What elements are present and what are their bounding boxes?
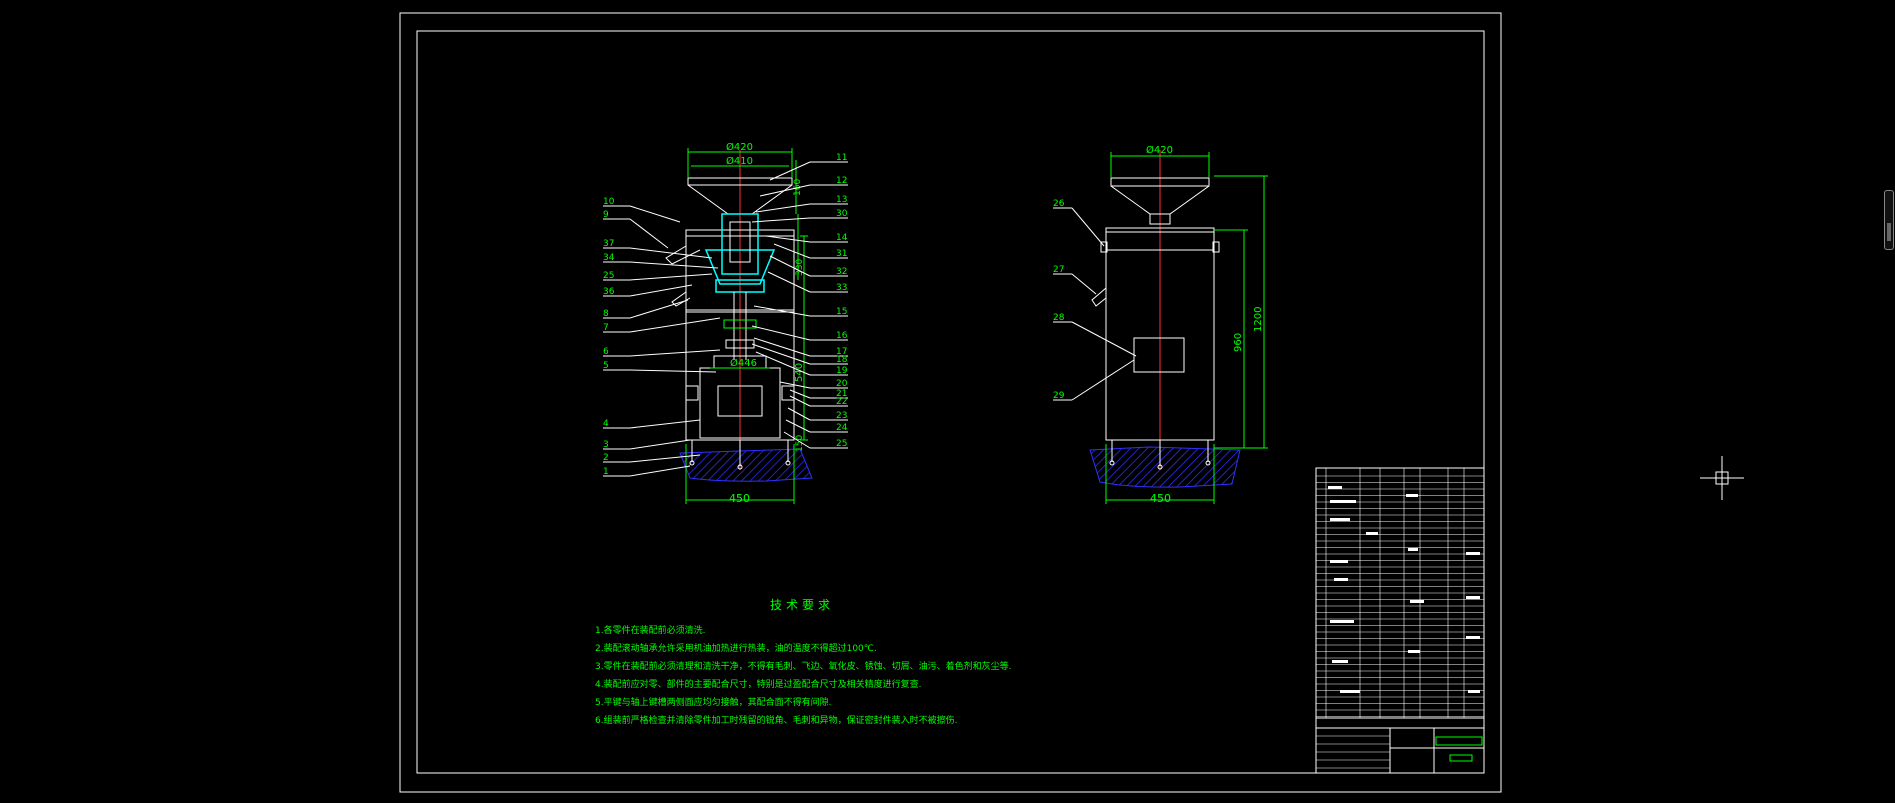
title-block [1315,467,1485,774]
callout-left-13: 2 [603,453,609,463]
callout-right-7: 32 [836,267,847,277]
callout-left-10: 5 [603,361,609,371]
callout-right-4: 30 [836,209,848,219]
callout-left-6: 36 [603,287,615,297]
callout-side-2: 27 [1053,265,1064,275]
side-dim-height-body: 960 [1233,333,1244,352]
callout-left-9: 6 [603,347,609,357]
tech-requirement-item: 2.装配滚动轴承允许采用机油加热进行热装，油的温度不得超过100℃. [595,644,877,654]
callout-right-13: 19 [836,366,848,376]
front-dim-side-bottom: 150 [795,435,805,452]
callout-left-4: 34 [603,253,615,263]
callout-left-3: 37 [603,239,614,249]
callout-left-14: 1 [603,467,609,477]
callout-right-16: 22 [836,397,847,407]
callout-right-8: 33 [836,283,847,293]
front-view: Ø420 Ø410 Ø446 450 540 160 330 150 10937… [603,141,848,505]
tech-requirements-title: 技术要求 [770,598,835,612]
front-dim-side-mid: 330 [795,259,805,276]
front-dim-motor: Ø446 [730,357,757,369]
tech-requirement-item: 6.组装前严格检查并清除零件加工时残留的锐角、毛刺和异物，保证密封件装入时不被擦… [595,716,958,726]
callout-right-3: 13 [836,195,847,205]
callout-side-3: 28 [1053,313,1065,323]
side-view: Ø420 450 1200 960 26 27 28 29 [1053,144,1268,505]
callout-right-2: 12 [836,176,847,186]
callout-left-12: 3 [603,440,609,450]
tech-requirements-list: 1.各零件在装配前必须清洗. 2.装配滚动轴承允许采用机油加热进行热装，油的温度不… [595,622,1011,730]
front-ground [679,448,813,482]
callout-right-10: 16 [836,331,848,341]
callout-right-14: 20 [836,379,848,389]
callout-left-1: 10 [603,197,615,207]
front-right-callouts: 11121330143132331516171819202122232425 [751,153,848,449]
side-callouts: 26 27 28 29 [1053,199,1137,401]
front-dim-top-outer: Ø420 [726,141,753,153]
tech-requirement-item: 4.装配前应对零、部件的主要配合尺寸，特别是过盈配合尺寸及相关精度进行复查. [595,680,922,690]
callout-left-11: 4 [603,419,609,429]
callout-right-18: 24 [836,423,848,433]
callout-left-5: 25 [603,271,614,281]
callout-right-5: 14 [836,233,848,243]
callout-right-17: 23 [836,411,847,421]
callout-left-2: 9 [603,210,609,220]
tech-requirement-item: 5.平键与轴上键槽两侧面应均匀接触，其配合面不得有间隙. [595,698,832,708]
callout-right-19: 25 [836,439,847,449]
callout-side-4: 29 [1053,391,1065,401]
callout-left-8: 7 [603,323,609,333]
front-dim-top-inner: Ø410 [726,155,753,167]
side-dim-top: Ø420 [1146,144,1173,156]
callout-right-9: 15 [836,307,847,317]
callout-right-12: 18 [836,355,848,365]
tech-requirement-item: 1.各零件在装配前必须清洗. [595,626,706,636]
callout-right-6: 31 [836,249,847,259]
side-dim-height-total: 1200 [1253,307,1264,332]
callout-left-7: 8 [603,309,609,319]
callout-right-1: 11 [836,153,847,163]
tech-requirement-item: 3.零件在装配前必须清理和清洗干净，不得有毛刺、飞边、氧化皮、锈蚀、切屑、油污、… [595,662,1012,672]
callout-side-1: 26 [1053,199,1065,209]
side-dim-base: 450 [1150,492,1171,505]
scroll-handle[interactable] [1884,190,1894,250]
front-dim-base: 450 [729,492,750,505]
front-left-callouts: 10 9 37 34 25 36 8 7 6 5 4 3 2 1 [603,197,721,477]
crosshair-cursor-icon [1700,456,1744,500]
